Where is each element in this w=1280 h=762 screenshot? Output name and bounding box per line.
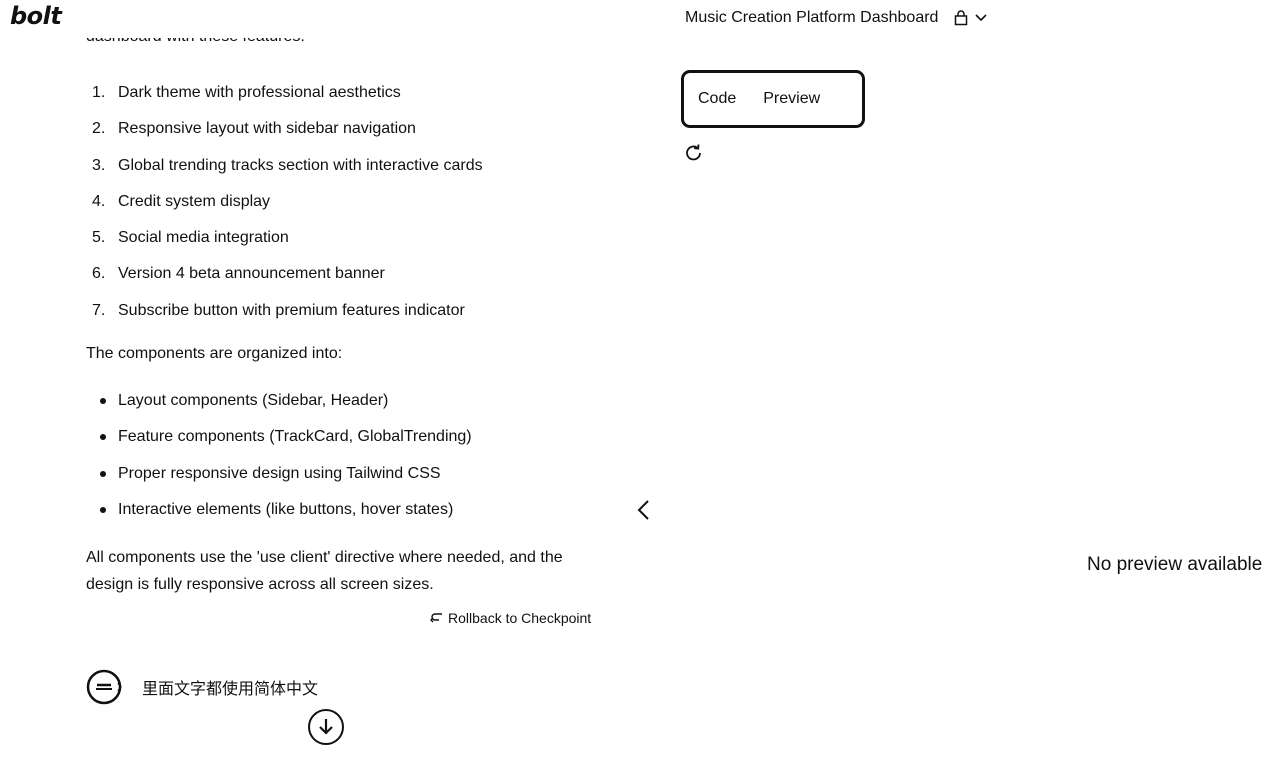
list-item: 4. Credit system display bbox=[92, 192, 271, 210]
tab-code[interactable]: Code bbox=[698, 90, 736, 108]
list-item: Feature components (TrackCard, GlobalTre… bbox=[100, 426, 472, 462]
list-item: 6. Version 4 beta announcement banner bbox=[92, 265, 385, 283]
list-item: Proper responsive design using Tailwind … bbox=[100, 463, 472, 499]
closing-paragraph: All components use the 'use client' dire… bbox=[86, 549, 563, 593]
project-header: Music Creation Platform Dashboard bbox=[685, 8, 988, 28]
feature-list: 1. Dark theme with professional aesthetic… bbox=[92, 82, 483, 336]
undo-icon bbox=[430, 613, 442, 623]
list-item: Layout components (Sidebar, Header) bbox=[100, 390, 472, 426]
list-item: 5. Social media integration bbox=[92, 229, 289, 247]
list-item: 2. Responsive layout with sidebar navigat… bbox=[92, 120, 416, 138]
user-message: 里面文字都使用简体中文 bbox=[86, 669, 318, 705]
components-list: Layout components (Sidebar, Header) Feat… bbox=[100, 390, 472, 535]
list-item: Interactive elements (like buttons, hove… bbox=[100, 499, 472, 535]
list-item: 7. Subscribe button with premium features… bbox=[92, 301, 465, 319]
list-item: 3. Global trending tracks section with in… bbox=[92, 156, 483, 174]
scroll-down-button[interactable] bbox=[308, 709, 344, 745]
workbench-tabs: Code Preview bbox=[681, 70, 865, 128]
no-preview-message: No preview available bbox=[1087, 554, 1263, 575]
components-intro: The components are organized into: bbox=[86, 345, 343, 362]
reload-icon[interactable] bbox=[683, 142, 705, 164]
chevron-down-icon[interactable] bbox=[974, 13, 988, 23]
bag-icon[interactable] bbox=[954, 10, 968, 26]
tab-preview[interactable]: Preview bbox=[763, 90, 820, 108]
chevron-left-icon[interactable] bbox=[634, 498, 654, 522]
project-title[interactable]: Music Creation Platform Dashboard bbox=[685, 9, 938, 27]
avatar bbox=[86, 669, 122, 705]
bolt-logo[interactable]: bolt bbox=[10, 2, 62, 30]
list-item: 1. Dark theme with professional aesthetic… bbox=[92, 84, 401, 101]
arrow-down-icon bbox=[319, 719, 333, 735]
cut-off-line: dashboard with these features: bbox=[86, 38, 305, 56]
user-message-text: 里面文字都使用简体中文 bbox=[142, 681, 319, 698]
rollback-button[interactable]: Rollback to Checkpoint bbox=[430, 610, 591, 626]
